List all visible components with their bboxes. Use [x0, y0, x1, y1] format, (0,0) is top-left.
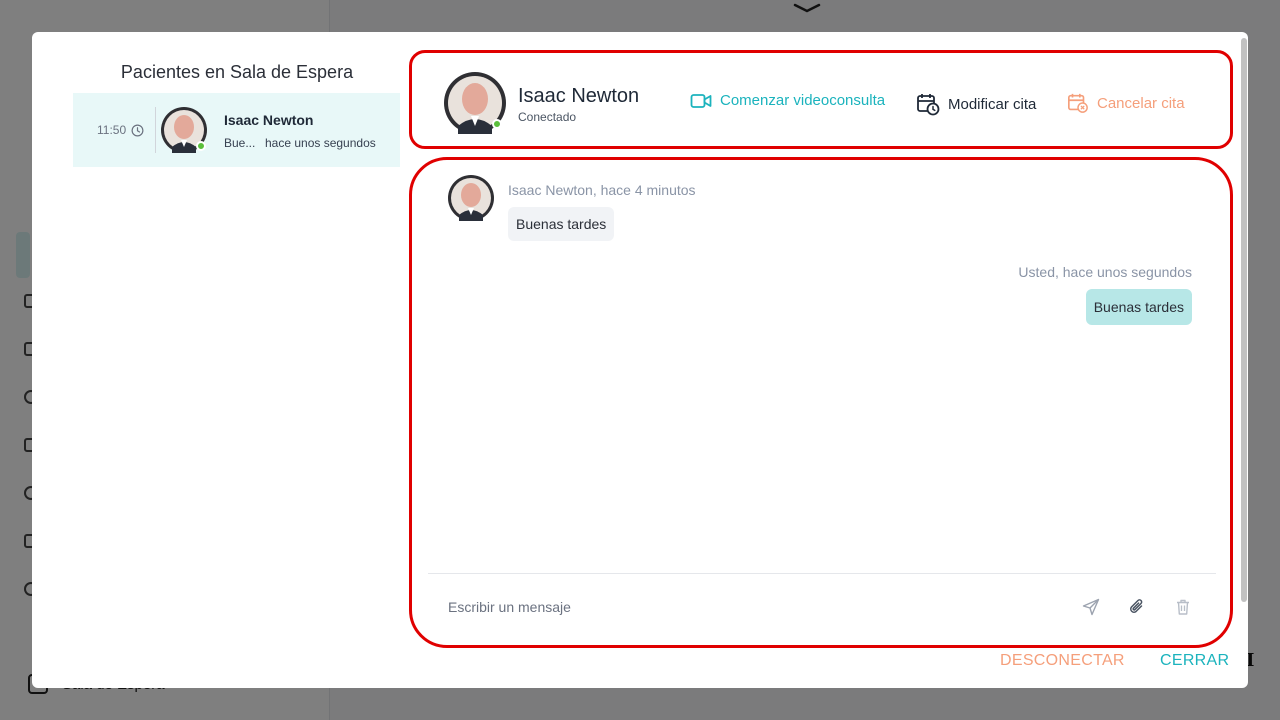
outgoing-message-meta: Usted, hace unos segundos	[1018, 264, 1192, 280]
start-video-consultation-label: Comenzar videoconsulta	[720, 92, 886, 109]
clock-icon	[131, 124, 144, 136]
incoming-message-bubble: Buenas tardes	[508, 207, 615, 241]
patient-name-header: Isaac Newton	[518, 85, 640, 107]
patient-list-item[interactable]: 11:50 Isaac Newton Bue... hace unos segu…	[73, 93, 400, 167]
scrollbar-thumb[interactable]	[1241, 38, 1247, 602]
online-indicator	[492, 119, 502, 129]
patient-last-message: Bue...	[224, 136, 256, 150]
disconnect-button[interactable]: DESCONECTAR	[1000, 652, 1125, 670]
patient-time: 11:50	[97, 123, 144, 137]
online-indicator	[196, 141, 206, 151]
avatar	[448, 175, 494, 221]
modal-scrollbar[interactable]	[1240, 34, 1248, 634]
calendar-clock-icon	[917, 94, 940, 116]
waiting-room-title: Pacientes en Sala de Espera	[120, 62, 354, 82]
patient-name: Isaac Newton	[224, 112, 314, 128]
paperclip-icon[interactable]	[1127, 597, 1147, 617]
modify-appointment-label: Modificar cita	[948, 95, 1037, 113]
close-button[interactable]: CERRAR	[1160, 652, 1229, 670]
waiting-room-modal: Pacientes en Sala de Espera 11:50 Isaac …	[32, 32, 1248, 688]
cancel-appointment-button[interactable]: Cancelar cita	[1067, 92, 1185, 114]
trash-icon[interactable]	[1173, 597, 1193, 617]
avatar	[161, 107, 207, 153]
connection-status: Conectado	[518, 110, 577, 124]
patient-time-label: 11:50	[97, 123, 127, 137]
divider	[155, 107, 156, 153]
avatar	[444, 72, 506, 134]
outgoing-message-bubble: Buenas tardes	[1085, 289, 1192, 325]
modify-appointment-button[interactable]: Modificar cita	[916, 92, 1036, 116]
cancel-appointment-label: Cancelar cita	[1097, 94, 1185, 112]
calendar-cancel-icon	[1068, 93, 1088, 113]
patient-header: Isaac Newton Conectado Comenzar videocon…	[409, 50, 1233, 149]
start-video-consultation-button[interactable]: Comenzar videoconsulta	[690, 92, 885, 109]
send-icon[interactable]	[1081, 597, 1101, 617]
patient-photo	[448, 175, 494, 221]
incoming-message-meta: Isaac Newton, hace 4 minutos	[508, 182, 696, 198]
patient-last-seen: hace unos segundos	[265, 136, 376, 150]
chat-panel: Isaac Newton, hace 4 minutos Buenas tard…	[409, 157, 1233, 648]
message-input[interactable]	[448, 592, 1008, 622]
video-camera-icon	[690, 93, 712, 108]
divider	[428, 573, 1216, 574]
